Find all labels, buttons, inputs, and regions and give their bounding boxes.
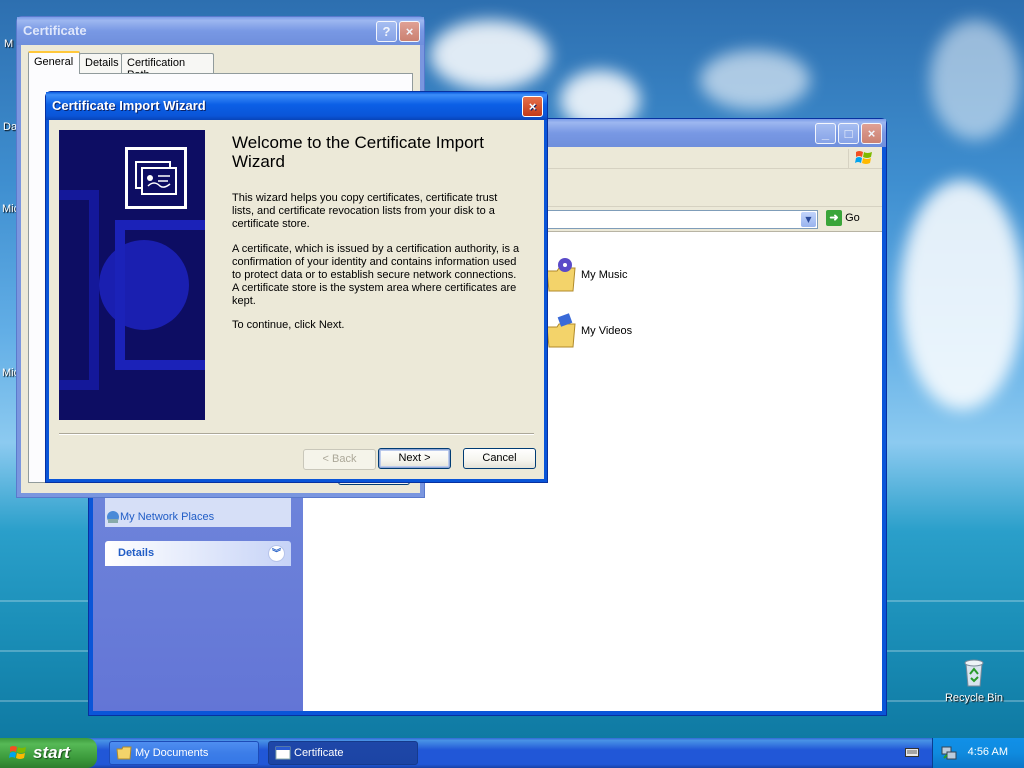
network-places-icon bbox=[105, 509, 121, 525]
chevron-down-icon[interactable]: ︾ bbox=[268, 545, 285, 562]
cloud bbox=[700, 50, 810, 110]
tab-details[interactable]: Details bbox=[79, 53, 122, 73]
taskbar-button-my-documents[interactable]: My Documents bbox=[109, 741, 259, 765]
details-panel-header[interactable]: Details ︾ bbox=[105, 541, 291, 566]
taskbar: start My Documents Certificate 4:56 AM bbox=[0, 738, 1024, 768]
maximize-button[interactable]: □ bbox=[838, 123, 859, 144]
recycle-bin-label: Recycle Bin bbox=[944, 692, 1004, 704]
close-button[interactable]: × bbox=[861, 123, 882, 144]
cloud bbox=[930, 20, 1020, 140]
chevron-down-icon[interactable]: ▼ bbox=[801, 212, 816, 227]
network-icon[interactable] bbox=[941, 745, 957, 761]
my-network-places-link[interactable]: My Network Places bbox=[120, 511, 214, 523]
details-header-label: Details bbox=[118, 547, 155, 559]
video-folder-icon bbox=[545, 313, 577, 348]
help-button[interactable]: ? bbox=[376, 21, 397, 42]
cloud bbox=[900, 180, 1024, 410]
folder-label: My Music bbox=[581, 269, 628, 281]
wizard-paragraph: To continue, click Next. bbox=[232, 319, 345, 331]
banner-decoration bbox=[59, 190, 99, 390]
window-title: Certificate Import Wizard bbox=[52, 98, 206, 113]
tab-general[interactable]: General bbox=[28, 51, 80, 74]
close-button[interactable]: × bbox=[399, 21, 420, 42]
certificate-titlebar[interactable]: Certificate ? × bbox=[17, 17, 424, 45]
recycle-bin[interactable]: Recycle Bin bbox=[939, 656, 1009, 704]
keyboard-icon[interactable] bbox=[905, 746, 919, 758]
windows-logo-icon bbox=[848, 149, 876, 168]
system-tray: 4:56 AM bbox=[932, 738, 1024, 768]
wizard-body: Welcome to the Certificate Import Wizard… bbox=[49, 120, 544, 479]
window-icon bbox=[275, 746, 291, 760]
tab-certification-path[interactable]: Certification Path bbox=[121, 53, 214, 81]
certificate-icon bbox=[125, 147, 187, 209]
cloud bbox=[430, 20, 550, 90]
wizard-titlebar[interactable]: Certificate Import Wizard × bbox=[46, 92, 547, 120]
music-folder-icon bbox=[545, 257, 577, 292]
start-button[interactable]: start bbox=[0, 738, 97, 768]
wizard-paragraph: This wizard helps you copy certificates,… bbox=[232, 192, 498, 230]
windows-flag-icon bbox=[9, 744, 27, 762]
cancel-button[interactable]: Cancel bbox=[463, 448, 536, 469]
back-button[interactable]: < Back bbox=[303, 449, 376, 470]
folder-icon bbox=[116, 746, 132, 760]
wizard-banner bbox=[59, 130, 205, 420]
banner-decoration bbox=[115, 220, 205, 370]
minimize-button[interactable]: _ bbox=[815, 123, 836, 144]
folder-label: My Videos bbox=[581, 325, 633, 337]
separator bbox=[59, 433, 534, 435]
task-label: Certificate bbox=[294, 747, 344, 759]
window-title: Certificate bbox=[23, 23, 87, 38]
go-arrow-icon: ➜ bbox=[826, 210, 842, 226]
certificate-import-wizard: Certificate Import Wizard × Welcome to t… bbox=[45, 91, 548, 483]
go-button[interactable]: ➜ Go bbox=[826, 210, 872, 229]
next-button[interactable]: Next > bbox=[378, 448, 451, 469]
desktop-icon-label[interactable]: Da bbox=[3, 121, 17, 133]
wizard-paragraph: A certificate, which is issued by a cert… bbox=[232, 243, 520, 307]
task-label: My Documents bbox=[135, 747, 209, 759]
taskbar-button-certificate[interactable]: Certificate bbox=[268, 741, 418, 765]
desktop-icon-label[interactable]: M bbox=[4, 38, 13, 50]
start-label: start bbox=[33, 743, 70, 762]
wizard-heading: Welcome to the Certificate Import Wizard bbox=[232, 133, 484, 171]
recycle-bin-icon bbox=[958, 656, 990, 688]
clock[interactable]: 4:56 AM bbox=[968, 746, 1008, 758]
close-button[interactable]: × bbox=[522, 96, 543, 117]
go-label: Go bbox=[845, 211, 860, 224]
